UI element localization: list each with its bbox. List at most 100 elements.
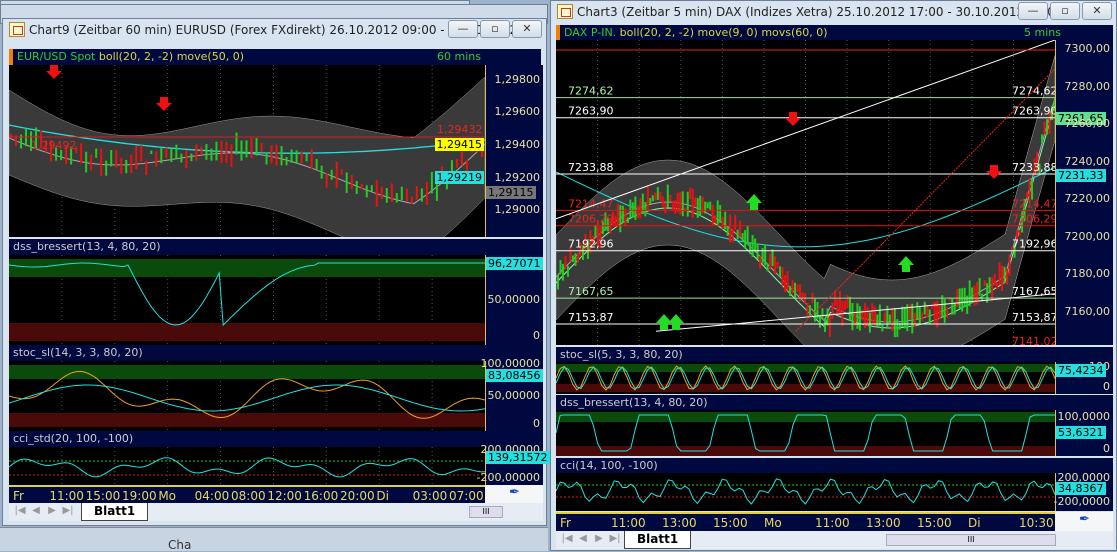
dss-indicator-panel[interactable] (556, 410, 1055, 456)
axis-tick-label: 0 (533, 329, 540, 342)
last-price-tag: 1,29415 (434, 138, 484, 151)
taskbar-strip: Cha (0, 527, 548, 552)
stoc-axis: 100,00000 50,00000 0 83,08456 (481, 357, 543, 431)
time-axis-label: 08:00 (231, 489, 266, 503)
axis-tick-label: 50,00000 (487, 389, 541, 402)
chart9-window: Chart9 (Zeitbar 60 min) EURUSD (Forex FX… (2, 18, 550, 526)
sell-arrow-icon (785, 112, 801, 126)
minimize-button[interactable]: — (1018, 2, 1048, 20)
ma-price-tag: 1,29219 (434, 171, 484, 184)
time-axis-label: 16:00 (303, 489, 339, 503)
first-sheet-button[interactable]: |◀ (13, 505, 27, 519)
window-title-bar[interactable]: Chart3 (Zeitbar 5 min) DAX (Indizes Xetr… (551, 1, 1116, 23)
time-axis-label: 15:00 (917, 516, 952, 530)
axis-tick-label: 7280,00 (1064, 79, 1111, 93)
axis-tick-label: 7160,00 (1064, 304, 1111, 318)
close-button[interactable]: ✕ (1082, 2, 1112, 20)
main-price-chart[interactable]: 1,29432 1,29492 (9, 65, 485, 237)
dss-indicator-panel[interactable] (9, 255, 485, 345)
indicator-label: boll(20, 2, -2) move(50, 0) (98, 50, 245, 63)
cci-indicator-panel[interactable] (556, 473, 1055, 511)
stoc-indicator-panel[interactable] (556, 362, 1055, 394)
price-axis[interactable]: 1,29800 1,29600 1,29400 1,29200 1,29000 1,29… (434, 65, 543, 237)
axis-tick-label: 7180,00 (1064, 267, 1111, 280)
time-axis-label: 15:00 (85, 489, 121, 503)
cci-value-tag: 139,31572 (486, 451, 550, 464)
price-level-label-left: 7192,96 (568, 238, 614, 251)
price-level-label-left: 7274,62 (568, 85, 614, 98)
time-axis-label: 19:00 (122, 489, 157, 503)
stoc-value-tag: 75,4234 (1056, 364, 1106, 377)
next-sheet-button[interactable]: ▶ (45, 505, 59, 519)
cci-line (556, 478, 1055, 505)
dss-axis: 10050,000000 96,27071 (485, 255, 543, 345)
axis-tick-label: 1,29200 (494, 171, 541, 184)
close-button[interactable]: ✕ (512, 20, 542, 38)
main-chart-header: DAX P-IN. boll(20, 2, -2) move(9, 0) mov… (556, 25, 1113, 40)
chart-app-icon (557, 4, 573, 19)
main-price-chart[interactable]: 7274,62 7263,90 7233,88 7214,47 7206,29 7192,… (556, 40, 1055, 345)
sheet-tab-blatt1[interactable]: Blatt1 (81, 503, 149, 521)
axis-tick-label: -200,00000 (476, 471, 540, 484)
sheet-tab-blatt1[interactable]: Blatt1 (624, 531, 692, 549)
price-level-label-left: 7233,88 (568, 161, 614, 174)
time-axis-label: 15:00 (713, 516, 748, 530)
axis-tick-label: 7260,00 (1064, 117, 1111, 130)
stoc-axis: 100075,4234 (1055, 360, 1113, 394)
price-level-label-left: 7206,29 (568, 213, 614, 226)
price-level-label-left: 7153,87 (568, 311, 614, 324)
time-axis-label: 11:00 (815, 516, 850, 530)
overbought-zone (556, 364, 1055, 372)
oversold-zone (9, 413, 485, 427)
high-price-label: 1,29432 (437, 123, 483, 136)
axis-tick-label: 0 (1103, 380, 1110, 393)
stoc-d-line (9, 384, 485, 412)
minimize-button[interactable]: — (448, 20, 478, 38)
sell-arrow-icon (156, 97, 172, 111)
prev-sheet-button[interactable]: ◀ (576, 533, 590, 547)
price-level-label-right: 7153,87 (1012, 311, 1055, 324)
time-axis-label: Fr (560, 516, 571, 530)
cci-header: cci_std(20, 100, -100) (9, 431, 543, 447)
first-sheet-button[interactable]: |◀ (560, 533, 574, 547)
axis-tick-label: 7300,00 (1064, 42, 1111, 55)
next-sheet-button[interactable]: ▶ (592, 533, 606, 547)
axis-tick-label: 1,29400 (494, 138, 541, 151)
prev-sheet-button[interactable]: ◀ (29, 505, 43, 519)
time-axis-label: 04:00 (194, 489, 230, 503)
symbol-label: EUR/USD Spot (17, 50, 96, 63)
price-axis[interactable]: 7261,65 7231,33 7300,00 7280,00 7260,00 724… (1055, 40, 1113, 345)
draw-tool-corner[interactable]: ✒ (1055, 512, 1113, 531)
maximize-button[interactable]: ▫ (1050, 2, 1080, 20)
pen-tool-icon[interactable]: ✒ (1079, 512, 1090, 527)
cci-indicator-panel[interactable] (9, 447, 485, 485)
horizontal-scrollbar[interactable]: III (469, 506, 503, 518)
horizontal-scrollbar[interactable]: III (886, 534, 1056, 546)
taskbar-item[interactable]: Cha (150, 538, 210, 552)
axis-tick-label: 0 (533, 417, 540, 430)
time-axis-label: 03:00 (412, 489, 448, 503)
stoc-value-tag: 83,08456 (486, 369, 543, 382)
last-sheet-button[interactable]: ▶| (61, 505, 75, 519)
stoc-header: stoc_sl(5, 3, 3, 80, 20) (556, 347, 1113, 362)
oversold-zone (9, 323, 485, 341)
time-axis-label: Fr (13, 489, 24, 503)
cci-axis: 200,00000 -200,00000 139,31572 (477, 443, 550, 485)
time-axis-label: Mo (764, 516, 782, 530)
trend-line (556, 40, 1055, 220)
maximize-button[interactable]: ▫ (480, 20, 510, 38)
stoc-indicator-panel[interactable] (9, 361, 485, 431)
dss-header: dss_bressert(13, 4, 80, 20) (556, 395, 1113, 410)
window-title: Chart3 (Zeitbar 5 min) DAX (Indizes Xetr… (577, 5, 1063, 19)
price-level-label-right: 7141,02 (1012, 335, 1055, 345)
window-title-bar[interactable]: Chart9 (Zeitbar 60 min) EURUSD (Forex FX… (3, 19, 546, 41)
axis-tick-label: -200,0000 (1053, 495, 1110, 508)
time-axis-label: 20:00 (340, 489, 375, 503)
overbought-zone (9, 259, 485, 277)
draw-tool-corner[interactable]: ✒ (485, 485, 543, 503)
cci-value-tag: 34,8367 (1056, 482, 1106, 495)
main-chart-header: EUR/USD Spot boll(20, 2, -2) move(50, 0)… (9, 49, 541, 65)
last-sheet-button[interactable]: ▶| (608, 533, 622, 547)
pen-tool-icon[interactable]: ✒ (509, 485, 520, 500)
cci-header: cci(14, 100, -100) (556, 458, 1113, 473)
